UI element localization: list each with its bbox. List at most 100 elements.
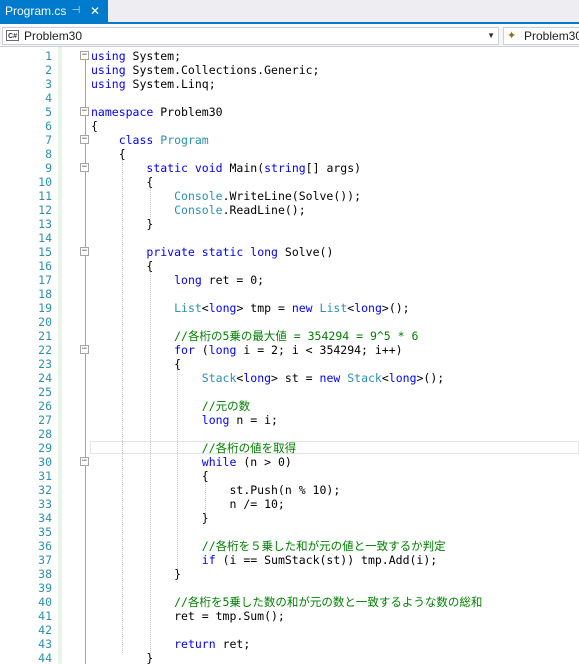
line-number: 15: [38, 245, 52, 259]
line-number: 4: [45, 91, 52, 105]
collapse-toggle-icon[interactable]: −: [80, 51, 89, 60]
code-line[interactable]: for (long i = 2; i < 354294; i++): [91, 343, 403, 357]
code-line[interactable]: {: [91, 469, 209, 483]
line-number: 44: [38, 651, 52, 664]
code-line[interactable]: {: [91, 175, 153, 189]
csharp-project-icon: C#: [6, 30, 19, 41]
code-line[interactable]: }: [91, 217, 153, 231]
line-number: 3: [45, 77, 52, 91]
line-number: 30: [38, 455, 52, 469]
code-line[interactable]: //各桁の値を取得: [91, 441, 296, 455]
line-number: 24: [38, 371, 52, 385]
code-line[interactable]: List<long> tmp = new List<long>();: [91, 301, 410, 315]
code-line[interactable]: //各桁を5乗した数の和が元の数と一致するような数の総和: [91, 595, 482, 609]
line-number: 7: [45, 133, 52, 147]
line-number: 25: [38, 385, 52, 399]
line-number: 19: [38, 301, 52, 315]
code-line[interactable]: while (n > 0): [91, 455, 292, 469]
code-line[interactable]: using System;: [91, 49, 181, 63]
collapse-toggle-icon[interactable]: −: [80, 163, 89, 172]
code-line[interactable]: }: [91, 651, 153, 664]
navigation-bar: C# Problem30 ▼ ✦ Problem30: [0, 26, 579, 47]
code-line[interactable]: {: [91, 259, 153, 273]
code-line[interactable]: {: [91, 357, 181, 371]
line-number: 32: [38, 483, 52, 497]
line-number: 13: [38, 217, 52, 231]
close-icon[interactable]: ✕: [88, 0, 102, 22]
line-number: 10: [38, 175, 52, 189]
collapse-toggle-icon[interactable]: −: [80, 107, 89, 116]
code-line[interactable]: Console.WriteLine(Solve());: [91, 189, 361, 203]
line-number: 21: [38, 329, 52, 343]
line-number: 31: [38, 469, 52, 483]
line-number: 39: [38, 581, 52, 595]
code-line[interactable]: //各桁の5乗の最大値 = 354294 = 9^5 * 6: [91, 329, 418, 343]
code-line[interactable]: long ret = 0;: [91, 273, 264, 287]
line-number: 27: [38, 413, 52, 427]
code-line[interactable]: n /= 10;: [91, 497, 284, 511]
code-line[interactable]: long n = i;: [91, 413, 278, 427]
line-number: 23: [38, 357, 52, 371]
project-dropdown[interactable]: C# Problem30 ▼: [2, 27, 499, 45]
code-line[interactable]: st.Push(n % 10);: [91, 483, 340, 497]
project-dropdown-label: Problem30: [24, 29, 83, 43]
line-number: 38: [38, 567, 52, 581]
line-number: 40: [38, 595, 52, 609]
line-number: 42: [38, 623, 52, 637]
code-line[interactable]: return ret;: [91, 637, 250, 651]
line-number: 1: [45, 49, 52, 63]
line-number: 37: [38, 553, 52, 567]
type-dropdown[interactable]: ✦ Problem30: [503, 27, 579, 45]
line-number: 16: [38, 259, 52, 273]
code-line[interactable]: }: [91, 511, 209, 525]
chevron-down-icon: ▼: [487, 31, 495, 40]
code-line[interactable]: {: [91, 119, 98, 133]
type-dropdown-label: Problem30: [524, 29, 579, 43]
line-number: 41: [38, 609, 52, 623]
code-line[interactable]: namespace Problem30: [91, 105, 223, 119]
line-number: 12: [38, 203, 52, 217]
line-number: 11: [38, 189, 52, 203]
tab-title: Program.cs: [5, 4, 67, 18]
code-line[interactable]: using System.Collections.Generic;: [91, 63, 320, 77]
change-tracking-margin: [58, 47, 62, 664]
line-number: 14: [38, 231, 52, 245]
line-number: 34: [38, 511, 52, 525]
line-number: 17: [38, 273, 52, 287]
collapse-toggle-icon[interactable]: −: [80, 457, 89, 466]
collapse-toggle-icon[interactable]: −: [80, 247, 89, 256]
code-line[interactable]: {: [91, 147, 126, 161]
outline-line: [85, 59, 86, 664]
line-number: 36: [38, 539, 52, 553]
code-line[interactable]: private static long Solve(): [91, 245, 333, 259]
code-line[interactable]: //元の数: [91, 399, 250, 413]
code-line[interactable]: ret = tmp.Sum();: [91, 609, 285, 623]
collapse-toggle-icon[interactable]: −: [80, 345, 89, 354]
code-line[interactable]: }: [91, 567, 181, 581]
collapse-toggle-icon[interactable]: −: [80, 135, 89, 144]
code-line[interactable]: //各桁を５乗した和が元の値と一致するか判定: [91, 539, 446, 553]
code-editor[interactable]: − − − − − − − 1 using System; 2 using System.Colle…: [0, 47, 579, 664]
line-number: 5: [45, 105, 52, 119]
pin-icon[interactable]: ⊣: [70, 0, 82, 22]
code-line[interactable]: class Program: [91, 133, 209, 147]
tab-program-cs[interactable]: Program.cs ⊣ ✕: [0, 0, 108, 22]
namespace-icon: ✦: [507, 30, 517, 42]
line-number: 26: [38, 399, 52, 413]
line-number: 28: [38, 427, 52, 441]
line-number: 8: [45, 147, 52, 161]
code-line[interactable]: Stack<long> st = new Stack<long>();: [91, 371, 444, 385]
line-number: 9: [45, 161, 52, 175]
code-line[interactable]: using System.Linq;: [91, 77, 216, 91]
code-line[interactable]: static void Main(string[] args): [91, 161, 361, 175]
line-number: 2: [45, 63, 52, 77]
line-number: 35: [38, 525, 52, 539]
code-line[interactable]: if (i == SumStack(st)) tmp.Add(i);: [91, 553, 437, 567]
code-line[interactable]: Console.ReadLine();: [91, 203, 306, 217]
line-number: 29: [38, 441, 52, 455]
line-number: 33: [38, 497, 52, 511]
document-tab-strip: Program.cs ⊣ ✕: [0, 0, 579, 24]
line-number: 43: [38, 637, 52, 651]
line-number: 22: [38, 343, 52, 357]
line-number: 20: [38, 315, 52, 329]
